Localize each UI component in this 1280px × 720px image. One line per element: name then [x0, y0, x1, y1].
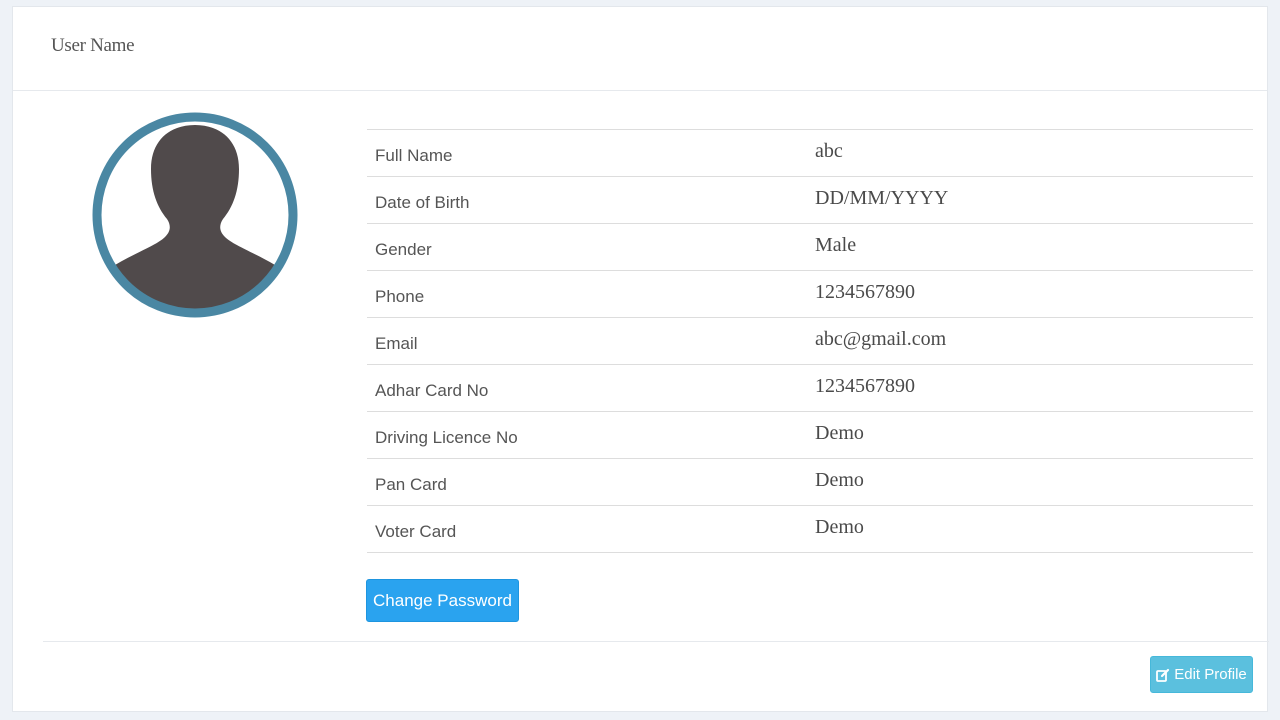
page-title: User Name: [51, 35, 135, 56]
profile-panel: User Name Full Name abc Date of Birth DD…: [12, 6, 1269, 712]
table-row: Driving Licence No Demo: [367, 411, 1253, 459]
row-label-pan-card: Pan Card: [375, 475, 447, 494]
table-row: Date of Birth DD/MM/YYYY: [367, 176, 1253, 224]
row-label-date-of-birth: Date of Birth: [375, 193, 470, 212]
row-value-date-of-birth: DD/MM/YYYY: [815, 186, 949, 209]
row-label-driving-licence: Driving Licence No: [375, 428, 518, 447]
table-row: Voter Card Demo: [367, 505, 1253, 553]
divider: [43, 641, 1269, 642]
row-value-phone: 1234567890: [815, 280, 915, 303]
row-label-phone: Phone: [375, 287, 425, 306]
row-label-email: Email: [375, 334, 418, 353]
avatar: [92, 112, 298, 318]
row-value-email: abc@gmail.com: [815, 327, 947, 350]
profile-info-table: Full Name abc Date of Birth DD/MM/YYYY G…: [367, 129, 1253, 553]
panel-header: User Name: [13, 7, 1267, 91]
change-password-button[interactable]: Change Password: [366, 579, 519, 622]
table-row: Gender Male: [367, 223, 1253, 271]
row-value-voter-card: Demo: [815, 515, 864, 538]
row-label-full-name: Full Name: [375, 146, 453, 165]
row-value-driving-licence: Demo: [815, 421, 864, 444]
table-row: Phone 1234567890: [367, 270, 1253, 318]
edit-icon: [1156, 668, 1170, 682]
table-row: Adhar Card No 1234567890: [367, 364, 1253, 412]
row-value-full-name: abc: [815, 139, 843, 162]
row-label-adhar-card: Adhar Card No: [375, 381, 489, 400]
row-value-pan-card: Demo: [815, 468, 864, 491]
edit-profile-label: Edit Profile: [1174, 666, 1247, 683]
table-row: Email abc@gmail.com: [367, 317, 1253, 365]
row-label-voter-card: Voter Card: [375, 522, 457, 541]
table-row: Pan Card Demo: [367, 458, 1253, 506]
table-row: Full Name abc: [367, 129, 1253, 177]
row-value-gender: Male: [815, 233, 857, 256]
row-value-adhar-card: 1234567890: [815, 374, 915, 397]
row-label-gender: Gender: [375, 240, 432, 259]
edit-profile-button[interactable]: Edit Profile: [1150, 656, 1253, 693]
